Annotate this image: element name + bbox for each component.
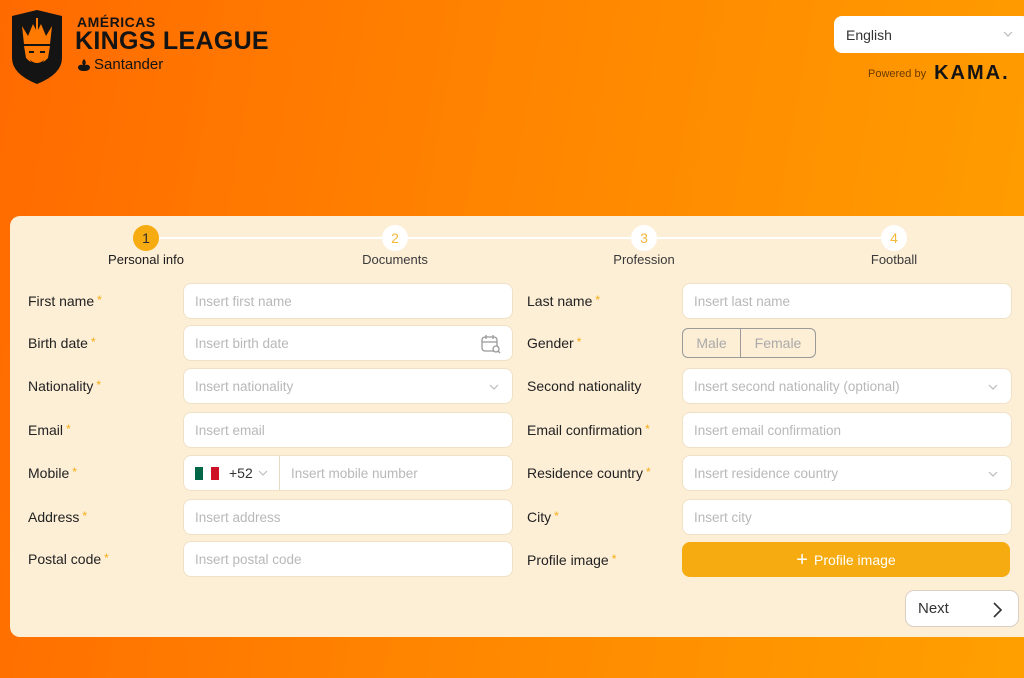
next-button[interactable]: Next xyxy=(905,590,1019,627)
postal-code-row: Postal code * Insert postal code xyxy=(28,541,513,577)
powered-by-label: Powered by xyxy=(868,67,927,80)
gender-row: Gender * Male Female xyxy=(527,328,816,358)
chevron-down-icon xyxy=(988,384,998,390)
residence-country-select[interactable]: Insert residence country xyxy=(682,455,1012,491)
first-name-input[interactable]: Insert first name xyxy=(183,283,513,319)
step-label: Profession xyxy=(613,252,675,267)
mexico-flag-icon xyxy=(195,466,219,480)
profile-image-row: Profile image * + Profile image xyxy=(527,542,1010,577)
birth-date-label: Birth date * xyxy=(28,335,96,351)
upload-profile-image-button[interactable]: + Profile image xyxy=(682,542,1010,577)
kama-logo: KAMA. xyxy=(934,62,1010,84)
brand-title: KINGS LEAGUE xyxy=(75,27,269,55)
profile-image-label: Profile image * xyxy=(527,551,617,568)
chevron-right-icon xyxy=(993,602,1003,618)
step-label: Personal info xyxy=(108,252,184,267)
postal-code-input[interactable]: Insert postal code xyxy=(183,541,513,577)
mobile-label: Mobile * xyxy=(28,465,77,481)
step-label: Documents xyxy=(362,252,428,267)
nationality-row: Nationality * Insert nationality xyxy=(28,368,513,404)
language-select[interactable]: English xyxy=(834,16,1024,53)
country-code: +52 xyxy=(229,465,253,481)
country-code-select[interactable]: +52 xyxy=(184,456,280,490)
step-personal-info[interactable]: 1 Personal info xyxy=(71,225,221,269)
gender-male-option[interactable]: Male xyxy=(683,329,741,357)
plus-icon: + xyxy=(796,548,808,571)
email-confirmation-label: Email confirmation * xyxy=(527,422,650,438)
registration-card: 1 Personal info 2 Documents 3 Profession… xyxy=(10,216,1024,637)
first-name-label: First name * xyxy=(28,293,102,309)
mobile-number-input[interactable]: Insert mobile number xyxy=(280,466,418,481)
address-row: Address * Insert address xyxy=(28,499,513,535)
chevron-down-icon xyxy=(258,470,268,476)
kings-league-logo: AMÉRICAS KINGS LEAGUE Santander xyxy=(8,8,327,86)
step-profession[interactable]: 3 Profession xyxy=(569,225,719,269)
sponsor-name: Santander xyxy=(94,56,164,73)
nationality-label: Nationality * xyxy=(28,378,102,394)
second-nationality-row: Second nationality Insert second nationa… xyxy=(527,368,1012,404)
chevron-down-icon xyxy=(489,384,499,390)
postal-code-label: Postal code * xyxy=(28,551,109,567)
step-number: 1 xyxy=(133,225,159,251)
first-name-row: First name * Insert first name xyxy=(28,283,513,319)
profile-image-button-label: Profile image xyxy=(813,551,896,568)
language-value: English xyxy=(846,26,892,43)
email-label: Email * xyxy=(28,422,71,438)
city-row: City * Insert city xyxy=(527,499,1012,535)
last-name-row: Last name * Insert last name xyxy=(527,283,1012,319)
birth-date-input[interactable]: Insert birth date xyxy=(183,325,513,361)
step-documents[interactable]: 2 Documents xyxy=(320,225,470,269)
birth-date-row: Birth date * Insert birth date xyxy=(28,325,513,361)
address-label: Address * xyxy=(28,509,88,525)
second-nationality-label: Second nationality xyxy=(527,378,642,394)
santander-flame-icon xyxy=(78,58,90,71)
mobile-row: Mobile * +52 Insert mobile number xyxy=(28,455,513,491)
nationality-select[interactable]: Insert nationality xyxy=(183,368,513,404)
residence-country-label: Residence country * xyxy=(527,465,651,481)
gender-label: Gender * xyxy=(527,335,582,351)
chevron-down-icon xyxy=(1003,31,1013,37)
email-confirmation-input[interactable]: Insert email confirmation xyxy=(682,412,1012,448)
email-input[interactable]: Insert email xyxy=(183,412,513,448)
gender-toggle: Male Female xyxy=(682,328,816,358)
last-name-label: Last name * xyxy=(527,293,601,309)
second-nationality-select[interactable]: Insert second nationality (optional) xyxy=(682,368,1012,404)
next-button-label: Next xyxy=(918,600,949,617)
step-number: 4 xyxy=(881,225,907,251)
city-label: City * xyxy=(527,509,559,525)
city-input[interactable]: Insert city xyxy=(682,499,1012,535)
mobile-input-group: +52 Insert mobile number xyxy=(183,455,513,491)
last-name-input[interactable]: Insert last name xyxy=(682,283,1012,319)
chevron-down-icon xyxy=(988,471,998,477)
residence-country-row: Residence country * Insert residence coun… xyxy=(527,455,1012,491)
step-number: 3 xyxy=(631,225,657,251)
email-row: Email * Insert email xyxy=(28,412,513,448)
email-confirmation-row: Email confirmation * Insert email confirm… xyxy=(527,412,1012,448)
sponsor-logo: Santander xyxy=(77,56,269,73)
gender-female-option[interactable]: Female xyxy=(741,329,815,357)
stepper-line xyxy=(158,237,903,239)
step-number: 2 xyxy=(382,225,408,251)
step-football[interactable]: 4 Football xyxy=(819,225,969,269)
address-input[interactable]: Insert address xyxy=(183,499,513,535)
step-label: Football xyxy=(870,252,918,267)
powered-by: Powered by KAMA. xyxy=(868,62,1010,85)
calendar-search-icon[interactable] xyxy=(480,333,502,355)
